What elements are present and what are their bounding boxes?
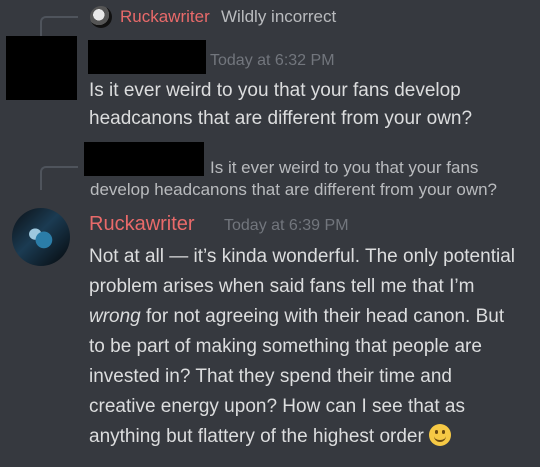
message-author-name[interactable]: Ruckawriter	[89, 213, 195, 236]
message-text-line: Not at all — it’s kinda wonderful. The o…	[89, 246, 515, 267]
redacted-username	[88, 40, 206, 74]
message-text-line: Is it ever weird to you that your fans d…	[89, 80, 461, 101]
reply-author-name[interactable]: Ruckawriter	[120, 7, 210, 27]
reply-preview-text[interactable]: develop headcanons that are different fr…	[90, 180, 497, 200]
author-avatar[interactable]	[12, 208, 70, 266]
reply-preview-text[interactable]: Is it ever weird to you that your fans	[210, 158, 478, 178]
message-text-line: to be part of making something that peop…	[89, 336, 482, 357]
reply-connector	[40, 166, 78, 190]
message-timestamp: Today at 6:32 PM	[210, 52, 335, 69]
emphasis-text: wrong	[89, 306, 141, 327]
message-text-line: anything but flattery of the highest ord…	[89, 422, 452, 451]
message-text-line: invested in? That they spend their time …	[89, 366, 452, 387]
message-text-segment: for not agreeing with their head canon. …	[140, 306, 505, 327]
reply-preview-text[interactable]: Wildly incorrect	[221, 7, 336, 27]
message-timestamp: Today at 6:39 PM	[224, 217, 349, 234]
message-text-segment: anything but flattery of the highest ord…	[89, 426, 424, 447]
message-text-line: wrong for not agreeing with their head c…	[89, 302, 504, 331]
slightly-smiling-face-icon[interactable]	[429, 424, 452, 446]
message-text-line: headcanons that are different from your …	[89, 108, 473, 129]
message-text-line: problem arises when said fans tell me th…	[89, 276, 475, 297]
redacted-reply-author	[84, 142, 204, 176]
reply-connector	[40, 16, 78, 36]
redacted-avatar	[6, 36, 77, 100]
message-text-line: creative energy upon? How can I see that…	[89, 396, 466, 417]
reply-author-avatar[interactable]	[90, 6, 112, 28]
